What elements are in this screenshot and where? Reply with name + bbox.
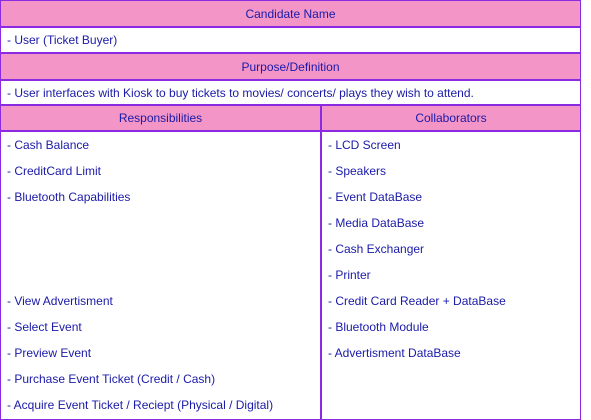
- collaborator-item: - Advertisment DataBase: [328, 346, 461, 360]
- collaborator-item: - Credit Card Reader + DataBase: [328, 294, 506, 308]
- responsibility-item: - Bluetooth Capabilities: [7, 190, 131, 204]
- collaborator-item: - Media DataBase: [328, 216, 425, 230]
- candidate-name-header-label: Candidate Name: [245, 6, 336, 21]
- purpose-header: Purpose/Definition: [0, 53, 581, 80]
- collaborators-panel: - LCD Screen - Speakers - Event DataBase…: [321, 131, 581, 420]
- responsibilities-header: Responsibilities: [0, 105, 321, 131]
- candidate-name-text: - User (Ticket Buyer): [7, 33, 118, 47]
- responsibility-item: - Purchase Event Ticket (Credit / Cash): [7, 372, 216, 386]
- collaborator-item: - Printer: [328, 268, 371, 282]
- responsibility-item: - Preview Event: [7, 346, 92, 360]
- collaborators-header-label: Collaborators: [415, 111, 487, 125]
- collaborator-item: - LCD Screen: [328, 138, 401, 152]
- collaborator-item: - Bluetooth Module: [328, 320, 429, 334]
- responsibility-item: - Select Event: [7, 320, 82, 334]
- purpose-value: - User interfaces with Kiosk to buy tick…: [0, 80, 581, 105]
- purpose-text: - User interfaces with Kiosk to buy tick…: [7, 85, 474, 100]
- purpose-header-label: Purpose/Definition: [241, 59, 340, 74]
- collaborators-header: Collaborators: [321, 105, 581, 131]
- responsibilities-panel: - Cash Balance - CreditCard Limit - Blue…: [0, 131, 321, 420]
- responsibility-item: - View Advertisment: [7, 294, 113, 308]
- responsibility-item: - CreditCard Limit: [7, 164, 102, 178]
- collaborator-item: - Cash Exchanger: [328, 242, 425, 256]
- responsibility-item: - Acquire Event Ticket / Reciept (Physic…: [7, 398, 274, 412]
- responsibility-item: - Cash Balance: [7, 138, 90, 152]
- candidate-name-value: - User (Ticket Buyer): [0, 27, 581, 53]
- crc-card: Candidate Name - User (Ticket Buyer) Pur…: [0, 0, 581, 420]
- collaborator-item: - Speakers: [328, 164, 387, 178]
- collaborator-item: - Event DataBase: [328, 190, 423, 204]
- responsibilities-header-label: Responsibilities: [118, 111, 203, 125]
- candidate-name-header: Candidate Name: [0, 0, 581, 27]
